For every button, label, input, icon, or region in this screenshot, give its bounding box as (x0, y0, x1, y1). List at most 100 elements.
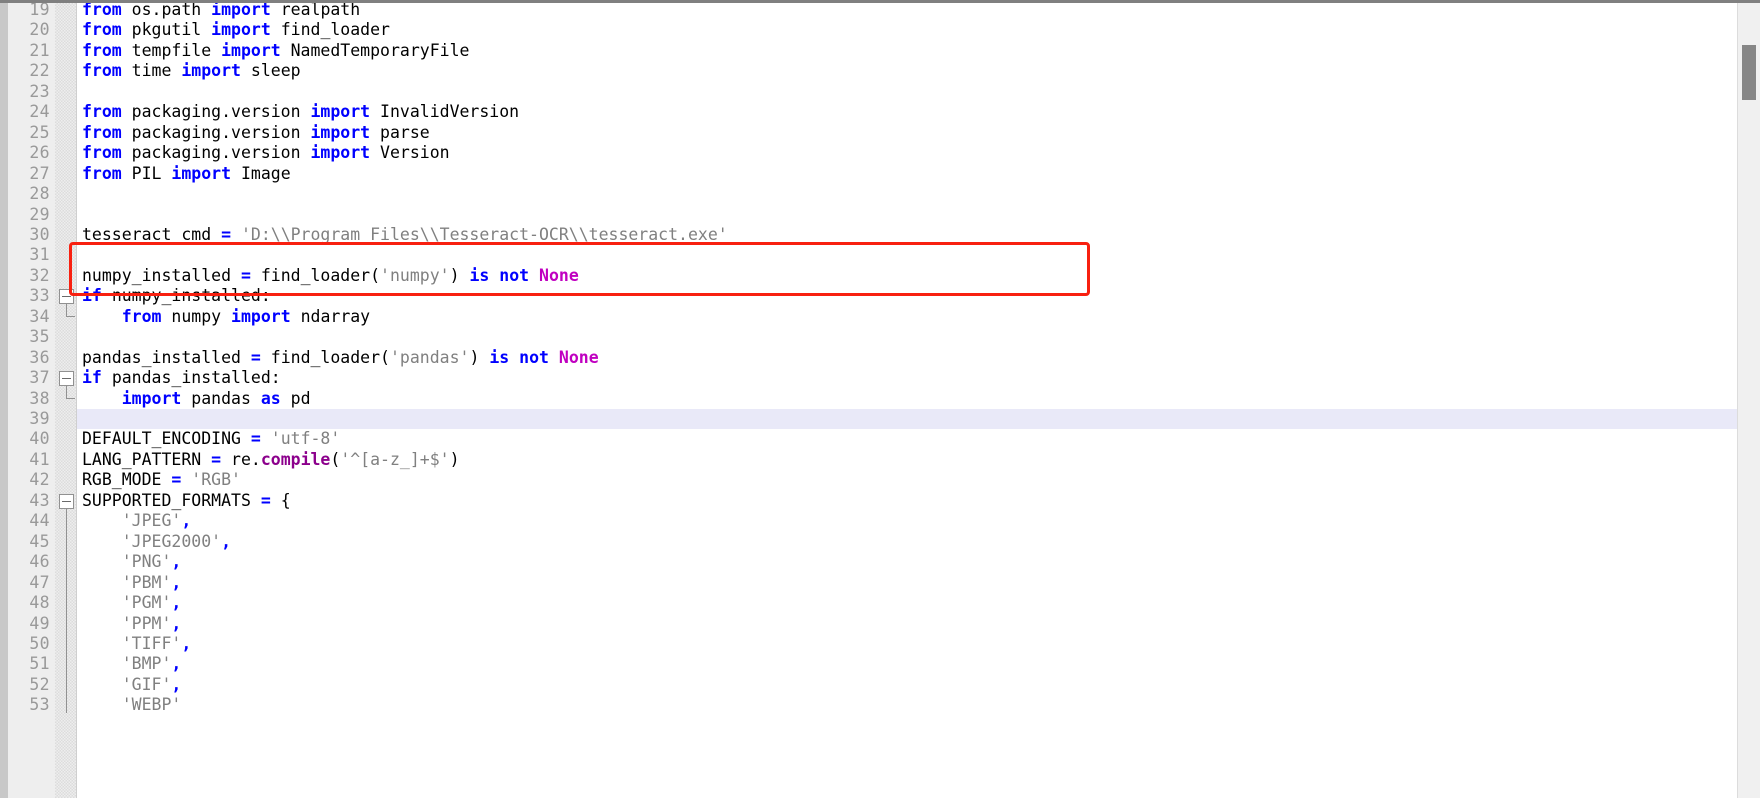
code-line[interactable]: 50 'TIFF', (0, 634, 1760, 654)
token-kw: from (82, 61, 132, 81)
line-content[interactable]: 'WEBP' (82, 695, 182, 715)
line-content[interactable]: from numpy import ndarray (82, 307, 370, 327)
token-pl: find_loader (280, 20, 390, 40)
code-line[interactable]: 39 (0, 409, 1760, 430)
line-number: 36 (29, 347, 50, 367)
line-content[interactable]: pandas_installed = find_loader('pandas')… (82, 348, 599, 368)
token-pl: pandas (191, 388, 261, 408)
code-editor[interactable]: 19 from os.path import realpath 20 from pkg… (0, 0, 1760, 798)
line-content[interactable]: RGB_MODE = 'RGB' (82, 470, 241, 490)
fold-collapse-icon[interactable] (59, 289, 74, 305)
token-pl: PIL (131, 163, 172, 183)
code-line[interactable]: 21 from tempfile import NamedTemporaryFil… (0, 41, 1760, 61)
line-number: 28 (29, 184, 50, 204)
code-line[interactable]: 23 (0, 82, 1760, 102)
line-content[interactable]: from tempfile import NamedTemporaryFile (82, 41, 469, 61)
code-line[interactable]: 34 from numpy import ndarray (0, 307, 1760, 327)
line-content[interactable]: numpy_installed = find_loader('numpy') i… (82, 266, 579, 286)
code-line[interactable]: 19 from os.path import realpath (0, 0, 1760, 20)
token-pl: parse (380, 122, 430, 142)
line-content[interactable]: 'BMP', (82, 654, 182, 674)
code-line[interactable]: 46 'PNG', (0, 552, 1760, 572)
code-line[interactable]: 43 SUPPORTED_FORMATS = { (0, 491, 1760, 511)
code-line[interactable]: 53 'WEBP' (0, 695, 1760, 715)
token-str: 'WEBP' (121, 695, 182, 715)
code-line[interactable]: 26 from packaging.version import Version (0, 143, 1760, 163)
token-pl: packaging.version (131, 102, 311, 122)
code-line[interactable]: 49 'PPM', (0, 614, 1760, 634)
code-line[interactable]: 47 'PBM', (0, 573, 1760, 593)
line-content[interactable]: 'TIFF', (82, 633, 192, 654)
code-line[interactable]: 37 if pandas_installed: (0, 368, 1760, 388)
line-content[interactable]: 'GIF', (82, 675, 182, 695)
line-content[interactable]: tesseract_cmd = 'D:\\Program Files\\Tess… (82, 225, 728, 245)
code-line[interactable]: 36 pandas_installed = find_loader('pandas… (0, 348, 1760, 368)
code-line[interactable]: 20 from pkgutil import find_loader (0, 20, 1760, 40)
line-number: 33 (29, 286, 50, 306)
token-pl: tesseract_cmd (82, 224, 222, 244)
vertical-scrollbar-thumb[interactable] (1742, 45, 1756, 100)
line-content[interactable]: if pandas_installed: (82, 368, 281, 388)
code-line[interactable]: 48 'PGM', (0, 593, 1760, 613)
line-content[interactable]: from packaging.version import Version (82, 143, 450, 163)
code-line[interactable]: 32 numpy_installed = find_loader('numpy')… (0, 266, 1760, 286)
token-kw: import (310, 122, 381, 142)
line-content[interactable]: 'PBM', (82, 573, 182, 593)
line-content[interactable]: LANG_PATTERN = re.compile('^[a-z_]+$') (82, 450, 460, 470)
token-str: 'TIFF' (121, 633, 182, 653)
code-line[interactable]: 28 (0, 184, 1760, 204)
code-line[interactable]: 42 RGB_MODE = 'RGB' (0, 470, 1760, 490)
line-content[interactable]: from os.path import realpath (82, 0, 360, 20)
line-content[interactable]: from packaging.version import InvalidVer… (82, 102, 519, 122)
line-content[interactable]: 'PGM', (82, 593, 182, 613)
line-number: 46 (29, 552, 50, 572)
code-line[interactable]: 44 'JPEG', (0, 511, 1760, 531)
line-content[interactable]: 'JPEG2000', (82, 532, 231, 552)
line-content[interactable]: 'PPM', (82, 614, 182, 634)
code-line[interactable]: 35 (0, 327, 1760, 347)
line-content[interactable]: if numpy_installed: (82, 286, 271, 306)
token-op: , (181, 511, 192, 531)
line-content[interactable]: from packaging.version import parse (82, 123, 430, 143)
code-line[interactable]: 30 tesseract_cmd = 'D:\\Program Files\\Te… (0, 225, 1760, 245)
code-line[interactable]: 29 (0, 205, 1760, 225)
token-kw: if (82, 368, 112, 388)
token-pl: pandas_installed: (111, 368, 281, 388)
vertical-scrollbar[interactable] (1737, 3, 1760, 798)
fold-collapse-icon[interactable] (59, 493, 74, 509)
line-content[interactable]: from PIL import Image (82, 164, 291, 184)
token-str: 'RGB' (191, 470, 241, 490)
token-kw: from (82, 102, 132, 122)
token-pl: RGB_MODE (82, 470, 172, 490)
code-line[interactable]: 27 from PIL import Image (0, 164, 1760, 184)
line-content[interactable]: SUPPORTED_FORMATS = { (82, 491, 291, 511)
code-line[interactable]: 41 LANG_PATTERN = re.compile('^[a-z_]+$') (0, 450, 1760, 470)
token-op: , (221, 531, 232, 551)
code-line[interactable]: 31 (0, 245, 1760, 265)
code-line[interactable]: 22 from time import sleep (0, 61, 1760, 81)
token-pl: { (280, 490, 291, 510)
line-content[interactable]: from pkgutil import find_loader (82, 20, 390, 40)
code-line[interactable]: 51 'BMP', (0, 654, 1760, 674)
token-op: = (260, 490, 281, 510)
code-line[interactable]: 25 from packaging.version import parse (0, 123, 1760, 143)
line-content[interactable]: 'PNG', (82, 552, 182, 572)
code-line[interactable]: 24 from packaging.version import InvalidV… (0, 102, 1760, 122)
line-content[interactable]: from time import sleep (82, 61, 301, 81)
code-line[interactable]: 38 import pandas as pd (0, 389, 1760, 409)
line-number: 39 (29, 409, 50, 428)
line-content[interactable]: import pandas as pd (82, 389, 311, 409)
line-number: 40 (29, 429, 50, 449)
code-line[interactable]: 45 'JPEG2000', (0, 532, 1760, 552)
line-content[interactable]: 'JPEG', (82, 511, 192, 531)
code-line[interactable]: 52 'GIF', (0, 675, 1760, 695)
fold-collapse-icon[interactable] (59, 371, 74, 387)
code-line[interactable]: 40 DEFAULT_ENCODING = 'utf-8' (0, 429, 1760, 449)
line-content[interactable]: DEFAULT_ENCODING = 'utf-8' (82, 429, 340, 449)
fold-region-end (66, 315, 75, 317)
token-str: 'D:\\Program Files\\Tesseract-OCR\\tesse… (240, 224, 728, 244)
code-line[interactable]: 33 if numpy_installed: (0, 286, 1760, 306)
token-op: = (250, 429, 271, 449)
